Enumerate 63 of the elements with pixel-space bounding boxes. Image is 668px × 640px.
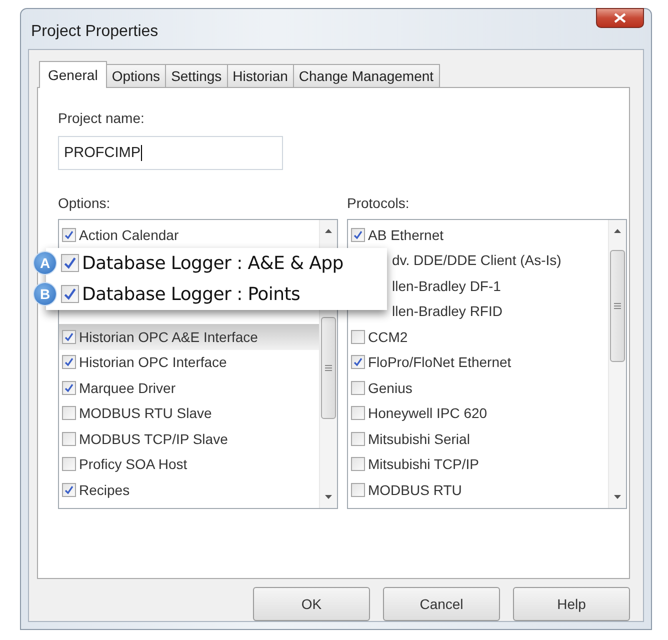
checkbox[interactable] — [62, 380, 76, 395]
checkbox[interactable] — [351, 228, 365, 242]
checkbox[interactable] — [351, 457, 365, 472]
checkbox[interactable] — [351, 432, 365, 446]
scroll-down-icon[interactable] — [325, 495, 332, 499]
option-label: Historian OPC A&E Interface — [79, 328, 258, 345]
scroll-up-icon[interactable] — [614, 229, 621, 233]
grip-icon[interactable] — [614, 303, 621, 309]
option-label: Proficy SOA Host — [79, 456, 188, 472]
checkbox[interactable] — [62, 457, 76, 472]
close-button[interactable] — [596, 8, 644, 28]
option-label: Marquee Driver — [79, 380, 176, 396]
protocol-label: Mitsubishi TCP/IP — [368, 456, 479, 472]
option-label: Database Logger : A&E & App — [82, 252, 344, 274]
list-label: Protocols: — [347, 195, 410, 211]
letter-badge: A — [34, 252, 56, 274]
protocol-label: Genius — [368, 380, 412, 396]
protocol-label: llen-Bradley DF-1 — [392, 278, 501, 294]
checkbox[interactable] — [62, 482, 76, 497]
checkbox[interactable] — [62, 406, 76, 420]
tab[interactable]: Settings — [165, 64, 228, 87]
checkbox[interactable] — [61, 254, 79, 272]
letter-badge: B — [34, 283, 56, 305]
checkbox[interactable] — [351, 406, 365, 420]
option-label: MODBUS RTU Slave — [79, 405, 212, 422]
list-label: Options: — [58, 195, 110, 211]
protocol-label: AB Ethernet — [368, 226, 444, 243]
option-label: Database Logger : Points — [82, 284, 300, 304]
protocol-label: MODBUS RTU — [368, 482, 462, 498]
project-name-field[interactable]: PROFCIMP — [58, 136, 283, 170]
option-label: Recipes — [79, 482, 130, 498]
checkbox[interactable] — [351, 482, 365, 497]
option-label: Action Calendar — [79, 226, 179, 243]
checkbox[interactable] — [62, 228, 76, 242]
checkbox[interactable] — [62, 432, 76, 446]
tab[interactable]: Options — [106, 64, 166, 87]
scroll-down-icon[interactable] — [614, 495, 621, 499]
tab[interactable]: Historian — [226, 64, 294, 87]
checkbox[interactable] — [351, 380, 365, 395]
window-title: Project Properties — [31, 23, 158, 41]
protocol-label: Mitsubishi Serial — [368, 430, 470, 447]
grip-icon[interactable] — [325, 365, 332, 371]
close-icon — [614, 13, 626, 23]
dialog-button[interactable]: Help — [513, 587, 630, 621]
checkbox[interactable] — [62, 355, 76, 370]
protocol-label: FloPro/FloNet Ethernet — [368, 354, 512, 370]
checkbox[interactable] — [351, 355, 365, 370]
scroll-up-icon[interactable] — [325, 229, 332, 233]
checkbox[interactable] — [351, 330, 365, 344]
dialog-button[interactable]: OK — [253, 587, 370, 621]
protocol-label: CCM2 — [368, 328, 408, 345]
tab[interactable]: General — [39, 61, 107, 88]
checkbox[interactable] — [62, 330, 76, 344]
dialog-button[interactable]: Cancel — [383, 587, 500, 621]
option-label: MODBUS TCP/IP Slave — [79, 430, 228, 447]
protocol-label: dv. DDE/DDE Client (As-Is) — [392, 252, 562, 268]
checkbox[interactable] — [61, 285, 79, 303]
protocol-label: llen-Bradley RFID — [392, 303, 502, 320]
field-label: Project name: — [58, 110, 144, 126]
option-label: Historian OPC Interface — [79, 354, 227, 370]
tab[interactable]: Change Management — [292, 64, 440, 87]
scrollbar[interactable] — [608, 220, 626, 508]
protocol-label: Honeywell IPC 620 — [368, 405, 488, 422]
